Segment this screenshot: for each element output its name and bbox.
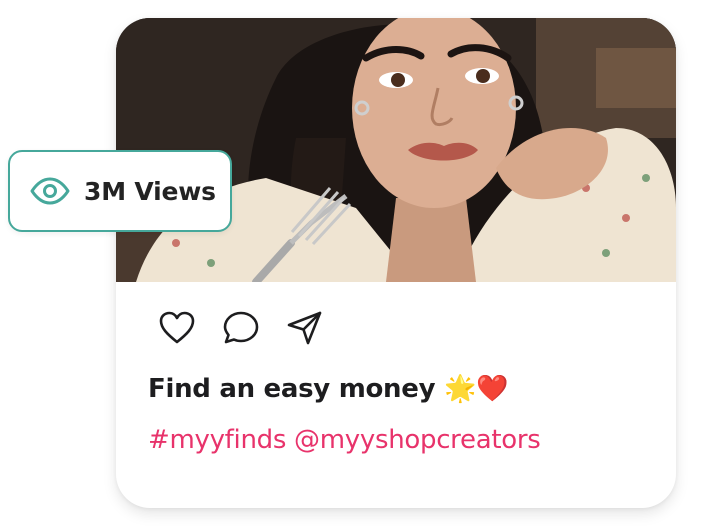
eye-icon (30, 171, 70, 211)
post-hashtags[interactable]: #myyfinds @myyshopcreators (148, 425, 541, 455)
views-badge: 3M Views (8, 150, 232, 232)
post-card[interactable]: Find an easy money 🌟❤️ #myyfinds @myysho… (116, 18, 676, 508)
like-button[interactable] (156, 308, 198, 348)
post-caption-text: Find an easy money (148, 374, 445, 404)
post-caption-emoji: 🌟❤️ (444, 374, 509, 404)
heart-icon (159, 311, 195, 344)
share-button[interactable] (284, 308, 326, 348)
post-caption: Find an easy money 🌟❤️ (148, 374, 508, 404)
comment-icon (223, 311, 259, 344)
send-icon (287, 311, 322, 345)
post-actions (156, 308, 326, 348)
views-count-label: 3M Views (84, 176, 216, 206)
comment-button[interactable] (220, 308, 262, 348)
stage: Find an easy money 🌟❤️ #myyfinds @myysho… (0, 0, 718, 528)
